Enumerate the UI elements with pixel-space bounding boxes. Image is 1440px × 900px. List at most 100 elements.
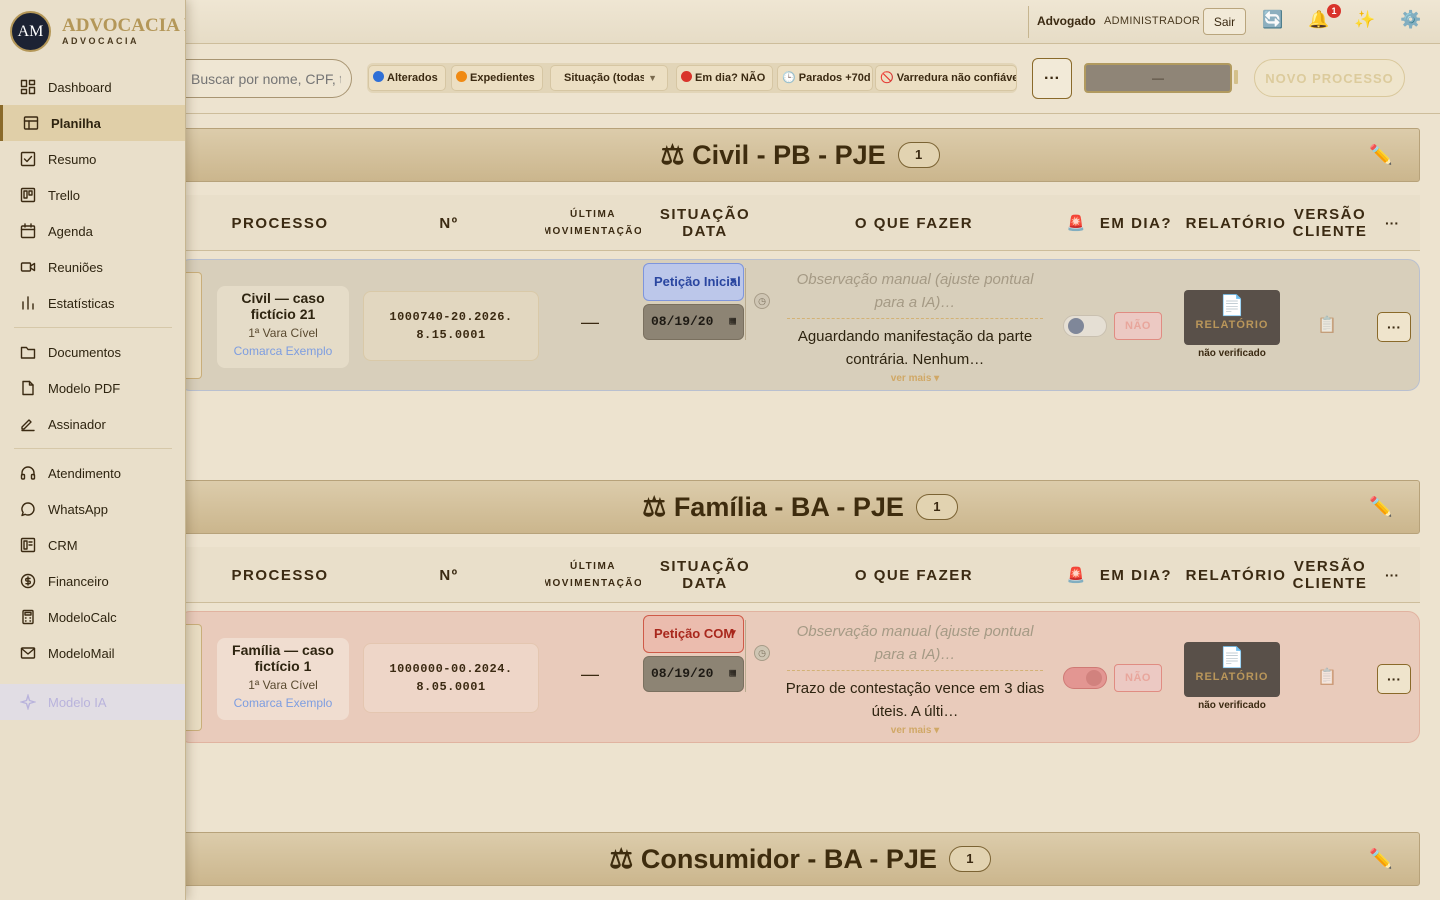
- sidebar-item-crm[interactable]: CRM: [0, 527, 185, 563]
- chat-icon: [21, 502, 35, 517]
- new-process-button[interactable]: NOVO PROCESSO: [1254, 59, 1405, 97]
- report-button[interactable]: 📄 RELATÓRIO: [1184, 642, 1280, 697]
- col-processo: PROCESSO: [231, 214, 329, 232]
- sidebar-item-planilha[interactable]: Planilha: [0, 105, 185, 141]
- col-o-que-fazer: O QUE FAZER: [854, 214, 974, 232]
- alert-toggle[interactable]: [1063, 315, 1107, 337]
- sparkles-icon[interactable]: ✨: [1354, 10, 1375, 30]
- headset-icon: [20, 466, 36, 480]
- sidebar: AM ADVOCACIA I ADVOCACIA Dashboard Plani…: [0, 0, 186, 900]
- more-filters-button[interactable]: ···: [1032, 58, 1072, 99]
- kanban-icon: [20, 187, 36, 203]
- process-card[interactable]: Família — caso fictício 1 1ª Vara Cível …: [217, 638, 349, 720]
- sidebar-item-modelo-ia[interactable]: Modelo IA: [0, 684, 185, 720]
- divider: [787, 318, 1043, 319]
- status-select[interactable]: Petição Inicial ▼: [643, 263, 744, 301]
- refresh-icon[interactable]: 🔄: [1262, 10, 1283, 30]
- chevron-down-icon: ▼: [644, 66, 657, 90]
- alert-toggle[interactable]: [1063, 667, 1107, 689]
- filter-parados[interactable]: 🕒 Parados +70d: [777, 65, 873, 91]
- sidebar-item-label: Atendimento: [48, 466, 121, 481]
- sidebar-item-assinador[interactable]: Assinador: [0, 406, 185, 442]
- sidebar-item-modelo-pdf[interactable]: Modelo PDF: [0, 370, 185, 406]
- col-situacao-data: SITUAÇÃO DATA: [659, 558, 751, 592]
- process-comarca[interactable]: Comarca Exemplo: [217, 696, 349, 710]
- topbar-divider: [1028, 6, 1029, 38]
- crm-icon: [20, 537, 36, 553]
- sidebar-item-agenda[interactable]: Agenda: [0, 213, 185, 249]
- section-header-civil[interactable]: ⚖ Civil - PB - PJE 1 ✏️: [180, 128, 1420, 182]
- gear-icon[interactable]: ⚙️: [1400, 10, 1421, 30]
- sidebar-item-atendimento[interactable]: Atendimento: [0, 455, 185, 491]
- document-icon: 📄: [1219, 295, 1245, 317]
- sidebar-item-whatsapp[interactable]: WhatsApp: [0, 491, 185, 527]
- em-dia-badge[interactable]: NÃO: [1114, 664, 1162, 692]
- sidebar-item-estatisticas[interactable]: Estatísticas: [0, 285, 185, 321]
- observation-input[interactable]: Observação manual (ajuste pontual para a…: [783, 620, 1047, 666]
- col-more[interactable]: ···: [1376, 195, 1408, 251]
- section-header-familia[interactable]: ⚖ Família - BA - PJE 1 ✏️: [180, 480, 1420, 534]
- sidebar-item-modelomail[interactable]: ModeloMail: [0, 635, 185, 671]
- clock-icon[interactable]: ◷: [754, 293, 770, 309]
- table-row[interactable]: Família — caso fictício 1 1ª Vara Cível …: [178, 611, 1420, 743]
- sidebar-item-modelocalc[interactable]: ModeloCalc: [0, 599, 185, 635]
- section-header-consumidor[interactable]: ⚖ Consumidor - BA - PJE 1 ✏️: [180, 832, 1420, 886]
- file-icon: [22, 380, 34, 396]
- pencil-icon[interactable]: ✏️: [1369, 143, 1393, 167]
- sidebar-item-reunioes[interactable]: Reuniões: [0, 249, 185, 285]
- user-role: Advogado: [1037, 14, 1096, 28]
- observation-input[interactable]: Observação manual (ajuste pontual para a…: [783, 268, 1047, 314]
- sidebar-item-label: Documentos: [48, 345, 121, 360]
- sidebar-item-label: Estatísticas: [48, 296, 115, 311]
- col-em-dia: EM DIA?: [1099, 214, 1173, 232]
- logo[interactable]: AM: [10, 11, 51, 52]
- siren-icon: 🚨: [1066, 566, 1086, 584]
- document-icon: 📄: [1219, 647, 1245, 669]
- em-dia-badge[interactable]: NÃO: [1114, 312, 1162, 340]
- filter-alterados[interactable]: Alterados: [368, 65, 446, 91]
- filter-expedientes[interactable]: Expedientes: [451, 65, 543, 91]
- calculator-icon: [22, 609, 34, 625]
- table-row[interactable]: Civil — caso fictício 21 1ª Vara Cível C…: [178, 259, 1420, 391]
- clock-icon[interactable]: ◷: [754, 645, 770, 661]
- dollar-icon: [20, 573, 36, 589]
- clipboard-icon[interactable]: 📋: [1317, 667, 1337, 687]
- col-o-que-fazer: O QUE FAZER: [854, 566, 974, 584]
- col-versao-cliente: VERSÃO CLIENTE: [1292, 206, 1368, 240]
- sidebar-item-label: Reuniões: [48, 260, 103, 275]
- sidebar-item-label: Modelo IA: [48, 695, 107, 710]
- sidebar-item-financeiro[interactable]: Financeiro: [0, 563, 185, 599]
- logout-button[interactable]: Sair: [1203, 8, 1246, 35]
- report-button[interactable]: 📄 RELATÓRIO: [1184, 290, 1280, 345]
- row-more-button[interactable]: ···: [1377, 312, 1411, 342]
- section-count-badge: 1: [915, 494, 958, 520]
- sidebar-item-label: Modelo PDF: [48, 381, 121, 396]
- sidebar-item-dashboard[interactable]: Dashboard: [0, 69, 185, 105]
- see-more-link[interactable]: ver mais ▾: [783, 373, 1047, 384]
- date-input[interactable]: 08/19/20 ▦: [643, 656, 744, 692]
- bell-icon[interactable]: 🔔: [1308, 10, 1329, 30]
- status-select[interactable]: Petição COM ▼: [643, 615, 744, 653]
- date-input[interactable]: 08/19/20 ▦: [643, 304, 744, 340]
- clipboard-icon[interactable]: 📋: [1317, 315, 1337, 335]
- sidebar-divider: [14, 448, 172, 449]
- sidebar-item-resumo[interactable]: Resumo: [0, 141, 185, 177]
- todo-text: Aguardando manifestação da parte contrár…: [797, 328, 1033, 368]
- col-ultima-mov: ÚLTIMA MOVIMENTAÇÃO: [545, 561, 641, 589]
- filter-situacao-select[interactable]: Situação (todas) ▼: [550, 65, 668, 91]
- brand-name: ADVOCACIA I: [62, 15, 186, 36]
- process-comarca[interactable]: Comarca Exemplo: [217, 344, 349, 358]
- process-number[interactable]: 1000000-00.2024.8.05.0001: [363, 643, 539, 713]
- pencil-icon[interactable]: ✏️: [1369, 847, 1393, 871]
- pencil-icon[interactable]: ✏️: [1369, 495, 1393, 519]
- row-more-button[interactable]: ···: [1377, 664, 1411, 694]
- process-number[interactable]: 1000740-20.2026.8.15.0001: [363, 291, 539, 361]
- sidebar-item-documentos[interactable]: Documentos: [0, 334, 185, 370]
- filter-varredura[interactable]: 🚫 Varredura não confiável: [875, 65, 1017, 91]
- process-card[interactable]: Civil — caso fictício 21 1ª Vara Cível C…: [217, 286, 349, 368]
- process-name: Família — caso fictício 1: [232, 642, 334, 674]
- sidebar-item-trello[interactable]: Trello: [0, 177, 185, 213]
- see-more-link[interactable]: ver mais ▾: [783, 725, 1047, 736]
- filter-em-dia[interactable]: Em dia? NÃO: [676, 65, 773, 91]
- col-more[interactable]: ···: [1376, 547, 1408, 603]
